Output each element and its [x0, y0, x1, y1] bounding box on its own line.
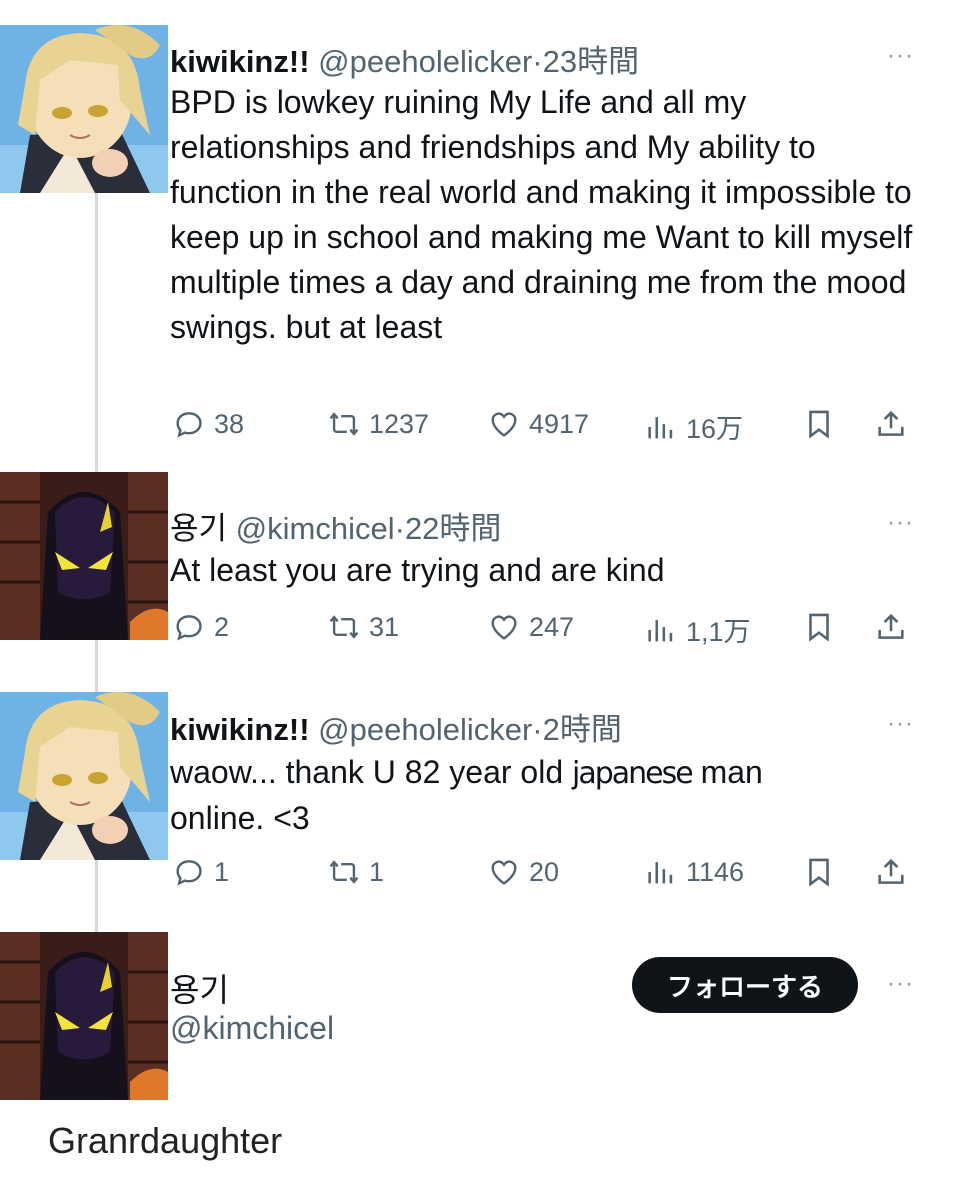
tweet-text: At least you are trying and are kind: [170, 552, 665, 588]
bookmark-icon: [802, 407, 836, 441]
more-options-icon[interactable]: ···: [887, 970, 914, 998]
timestamp[interactable]: 2時間: [543, 712, 622, 747]
share-icon: [874, 855, 908, 889]
reply-count: 1: [214, 856, 230, 887]
profile-avatar[interactable]: [0, 932, 168, 1100]
avatar[interactable]: [0, 472, 168, 640]
share-button[interactable]: [874, 407, 916, 441]
reply-button[interactable]: 38: [172, 407, 244, 441]
reply-count: 38: [214, 408, 245, 439]
timestamp[interactable]: 22時間: [405, 511, 501, 546]
views-count: 1,1万: [686, 617, 751, 647]
avatar-image: [0, 472, 168, 640]
retweet-count: 1237: [369, 408, 430, 439]
bookmark-button[interactable]: [802, 407, 844, 441]
share-button[interactable]: [874, 610, 916, 644]
caption-text: Granrdaughter: [48, 1120, 283, 1161]
tweet-header: 용기 @kimchicel·22時間: [170, 503, 501, 548]
avatar-image: [0, 692, 168, 860]
heart-icon: [487, 855, 521, 889]
bookmark-icon: [802, 610, 836, 644]
retweet-button[interactable]: 1237: [327, 407, 429, 441]
avatar-image: [0, 25, 168, 193]
separator-dot: ·: [394, 511, 405, 546]
reply-icon: [172, 855, 206, 889]
views-icon: [644, 613, 678, 647]
retweet-count: 1: [369, 856, 385, 887]
display-name[interactable]: kiwikinz!!: [170, 44, 310, 79]
share-icon: [874, 407, 908, 441]
share-icon: [874, 610, 908, 644]
like-count: 4917: [529, 408, 590, 439]
retweet-button[interactable]: 1: [327, 855, 384, 889]
display-name[interactable]: kiwikinz!!: [170, 712, 310, 747]
tweet-actions: 38 1237 4917 16万: [172, 407, 922, 447]
bookmark-button[interactable]: [802, 610, 844, 644]
like-count: 247: [529, 611, 575, 642]
follow-button[interactable]: フォローする: [632, 957, 858, 1013]
display-name[interactable]: 용기: [170, 511, 227, 546]
share-button[interactable]: [874, 855, 916, 889]
heart-icon: [487, 610, 521, 644]
tweet-text-part: waow... thank U 82 year old: [170, 754, 564, 790]
profile-display-name[interactable]: 용기: [170, 965, 229, 1011]
tweet-actions: 2 31 247 1,1万: [172, 610, 922, 650]
views-icon: [644, 855, 678, 889]
reply-icon: [172, 407, 206, 441]
tweet-actions: 1 1 20 1146: [172, 855, 922, 895]
separator-dot: ·: [532, 44, 543, 79]
more-options-icon[interactable]: ···: [887, 42, 914, 70]
retweet-button[interactable]: 31: [327, 610, 399, 644]
views-button[interactable]: 1146: [644, 855, 744, 889]
like-button[interactable]: 247: [487, 610, 574, 644]
avatar-image: [0, 932, 168, 1100]
retweet-icon: [327, 407, 361, 441]
views-count: 16万: [686, 414, 744, 444]
reply-icon: [172, 610, 206, 644]
tweet-text: waow... thank U 82 year old japanese man…: [170, 750, 830, 841]
views-button[interactable]: 1,1万: [644, 610, 751, 649]
views-button[interactable]: 16万: [644, 407, 743, 446]
avatar[interactable]: [0, 25, 168, 193]
like-button[interactable]: 4917: [487, 407, 589, 441]
retweet-icon: [327, 610, 361, 644]
reply-button[interactable]: 2: [172, 610, 229, 644]
user-handle[interactable]: @peeholelicker: [318, 44, 532, 79]
heart-icon: [487, 407, 521, 441]
tweet-header: kiwikinz!! @peeholelicker·2時間: [170, 704, 622, 749]
like-count: 20: [529, 856, 560, 887]
bookmark-icon: [802, 855, 836, 889]
user-handle[interactable]: @peeholelicker: [318, 712, 532, 747]
bookmark-button[interactable]: [802, 855, 844, 889]
tweet-text: BPD is lowkey ruining My Life and all my…: [170, 84, 913, 345]
like-button[interactable]: 20: [487, 855, 559, 889]
reply-button[interactable]: 1: [172, 855, 229, 889]
profile-handle[interactable]: @kimchicel: [170, 1010, 334, 1047]
views-icon: [644, 410, 678, 444]
more-options-icon[interactable]: ···: [887, 509, 914, 537]
more-options-icon[interactable]: ···: [887, 710, 914, 738]
avatar[interactable]: [0, 692, 168, 860]
user-handle[interactable]: @kimchicel: [236, 511, 395, 546]
retweet-icon: [327, 855, 361, 889]
views-count: 1146: [686, 856, 745, 887]
reply-count: 2: [214, 611, 230, 642]
timestamp[interactable]: 23時間: [543, 44, 639, 79]
tweet-header: kiwikinz!! @peeholelicker·23時間: [170, 36, 639, 81]
retweet-count: 31: [369, 611, 400, 642]
separator-dot: ·: [532, 712, 543, 747]
edited-word: japanese: [572, 756, 694, 791]
